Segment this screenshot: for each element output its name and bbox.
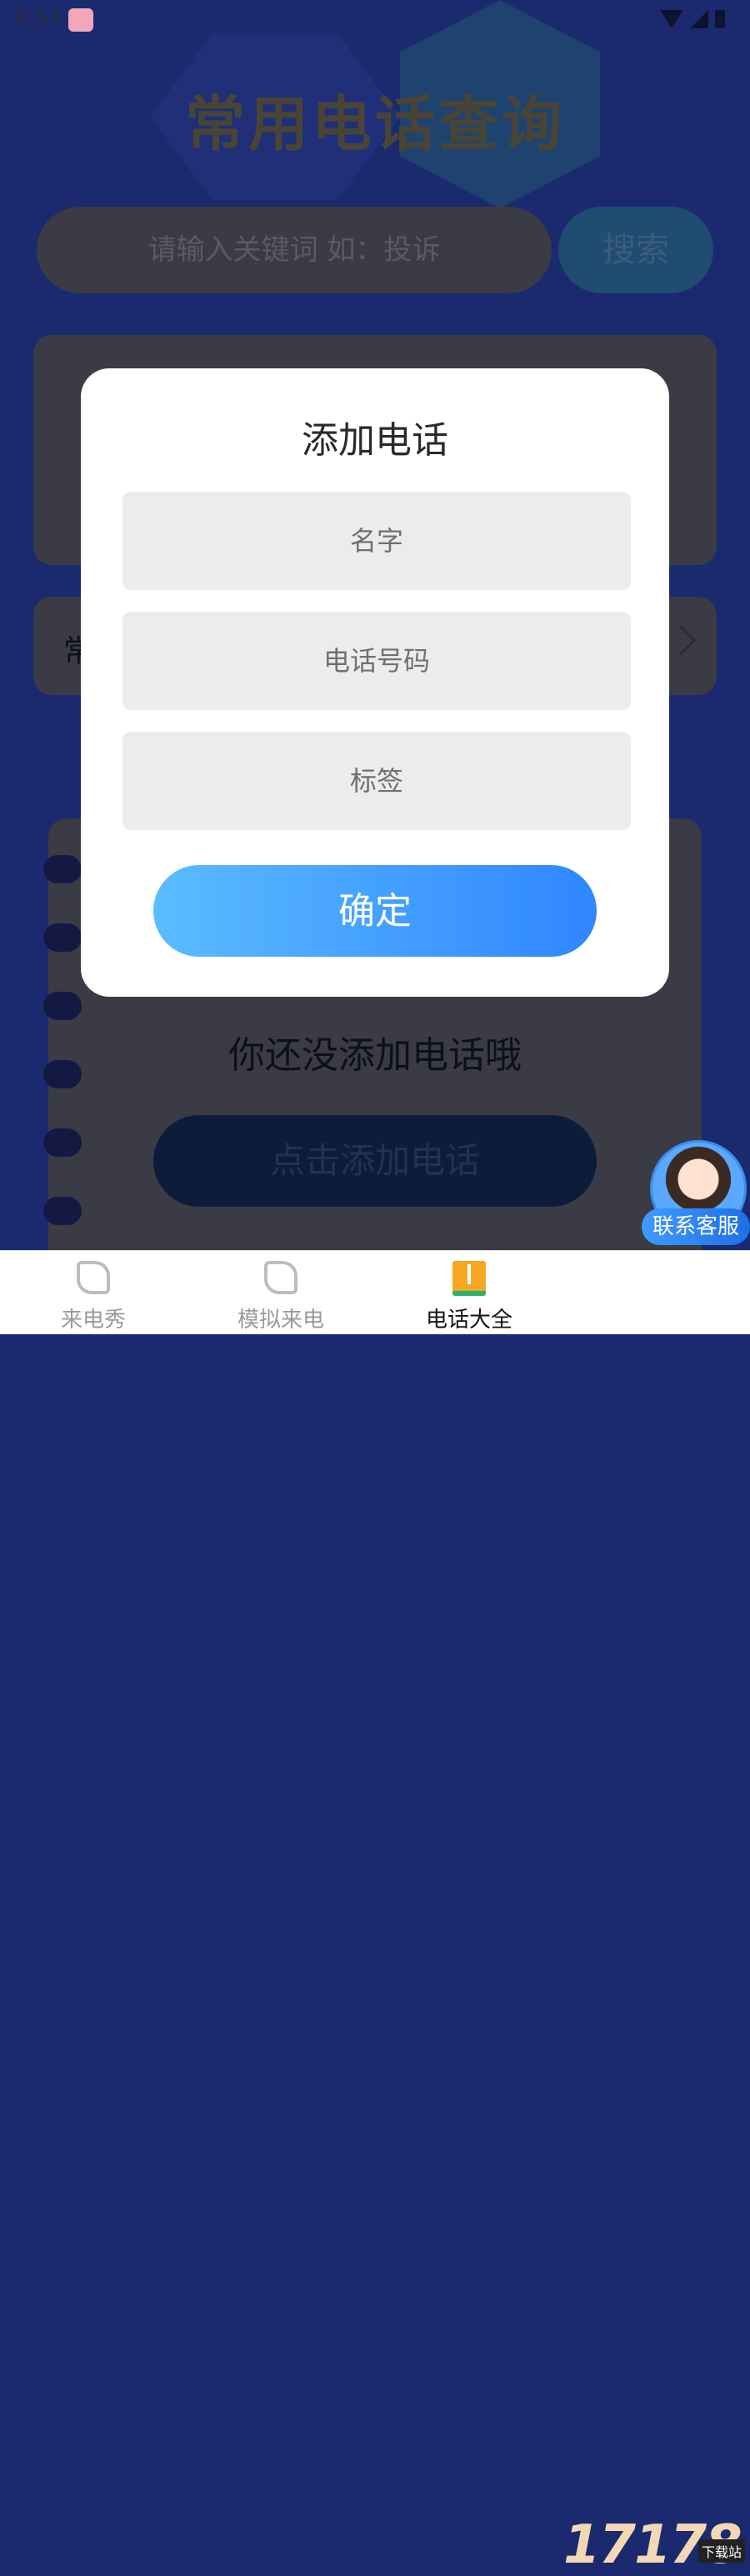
phone-callback-icon bbox=[75, 1261, 112, 1298]
customer-service-label: 联系客服 bbox=[642, 1208, 750, 1245]
add-phone-dialog: 添加电话 确定 bbox=[81, 368, 669, 997]
notebook-ring bbox=[43, 1128, 82, 1157]
notebook-ring bbox=[43, 855, 82, 883]
chevron-right-icon bbox=[666, 625, 697, 656]
bottom-nav: 来电秀 模拟来电 电话大全 17178 下载站 bbox=[0, 1250, 750, 2576]
page-title: 常用电话查询 bbox=[184, 89, 565, 159]
watermark-badge: 下载站 bbox=[698, 2539, 746, 2563]
book-icon bbox=[451, 1261, 488, 1298]
nav-item-phone-directory[interactable]: 电话大全 bbox=[386, 1258, 552, 1333]
search-input[interactable]: 请输入关键词 如：投诉 bbox=[37, 207, 552, 293]
name-field[interactable] bbox=[122, 492, 631, 590]
notebook-ring bbox=[43, 992, 82, 1020]
nav-item-caller-show[interactable]: 来电秀 bbox=[10, 1258, 177, 1333]
phone-number-field[interactable] bbox=[122, 612, 631, 710]
tag-field[interactable] bbox=[122, 732, 631, 830]
phone-callback-icon bbox=[262, 1261, 299, 1298]
nav-item-simulate-call[interactable]: 模拟来电 bbox=[198, 1258, 364, 1333]
search-button[interactable]: 搜索 bbox=[558, 207, 713, 293]
notebook-ring bbox=[43, 1197, 82, 1225]
nav-label: 模拟来电 bbox=[237, 1308, 324, 1333]
confirm-button[interactable]: 确定 bbox=[153, 865, 597, 957]
nav-label: 来电秀 bbox=[60, 1308, 126, 1333]
customer-service-button[interactable]: 联系客服 bbox=[642, 1140, 750, 1250]
notebook-ring bbox=[43, 923, 82, 952]
nav-label: 电话大全 bbox=[425, 1308, 512, 1333]
empty-state-text: 你还没添加电话哦 bbox=[228, 1034, 522, 1077]
add-phone-button[interactable]: 点击添加电话 bbox=[153, 1115, 597, 1207]
dialog-title: 添加电话 bbox=[302, 419, 448, 462]
